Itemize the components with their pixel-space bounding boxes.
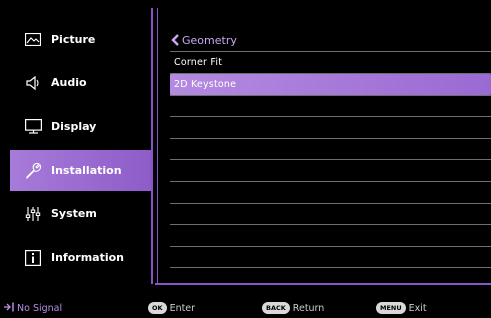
wrench-icon [24, 162, 42, 180]
back-hint: BACK Return [262, 301, 324, 315]
picture-icon [24, 31, 42, 49]
back-hint-label: Return [292, 302, 325, 314]
sidebar-item-label: Installation [51, 164, 122, 177]
row-separator [170, 181, 491, 182]
sidebar-item-information[interactable]: Information [10, 237, 152, 278]
signal-status: No Signal [4, 301, 62, 315]
projector-osd-menu: Picture Audio Display Installation Syste [0, 0, 491, 318]
sidebar-item-picture[interactable]: Picture [10, 19, 152, 60]
panel-title[interactable]: Geometry [170, 30, 237, 50]
speaker-icon [24, 74, 42, 92]
row-separator [170, 267, 491, 268]
sidebar-item-system[interactable]: System [10, 193, 152, 234]
menu-row-label: 2D Keystone [174, 79, 237, 90]
row-separator [170, 95, 491, 96]
menu-hint-label: Exit [408, 302, 427, 314]
menu-row-corner-fit[interactable]: Corner Fit [170, 52, 491, 73]
sidebar-item-display[interactable]: Display [10, 106, 152, 147]
ok-key-badge: OK [148, 302, 167, 314]
ok-hint: OK Enter [148, 301, 195, 315]
ok-hint-label: Enter [169, 302, 196, 314]
signal-status-text: No Signal [17, 302, 63, 314]
monitor-icon [24, 118, 42, 136]
panel-bottom-border [155, 283, 491, 285]
sidebar: Picture Audio Display Installation Syste [10, 8, 152, 285]
sidebar-item-audio[interactable]: Audio [10, 62, 152, 103]
row-separator [170, 224, 491, 225]
input-arrow-icon [4, 302, 15, 315]
sidebar-item-label: Audio [51, 76, 87, 89]
sidebar-item-label: Display [51, 120, 97, 133]
row-separator [170, 116, 491, 117]
menu-row-label: Corner Fit [174, 57, 223, 68]
sidebar-item-installation[interactable]: Installation [10, 150, 152, 191]
row-separator [170, 203, 491, 204]
sidebar-item-label: System [51, 207, 97, 220]
sidebar-divider [151, 8, 153, 284]
sidebar-item-label: Information [51, 251, 124, 264]
sidebar-item-label: Picture [51, 33, 96, 46]
menu-key-badge: MENU [376, 302, 406, 314]
back-key-badge: BACK [262, 302, 290, 314]
sliders-icon [24, 205, 42, 223]
row-separator [170, 138, 491, 139]
row-separator [170, 159, 491, 160]
row-separator [170, 246, 491, 247]
footer-hints: No Signal OK Enter BACK Return MENU Exit [0, 298, 491, 318]
panel-divider [157, 8, 158, 284]
info-icon [24, 249, 42, 267]
panel-title-label: Geometry [182, 33, 237, 47]
menu-hint: MENU Exit [376, 301, 427, 315]
menu-row-2d-keystone[interactable]: 2D Keystone [170, 74, 491, 95]
chevron-left-icon [170, 34, 180, 46]
